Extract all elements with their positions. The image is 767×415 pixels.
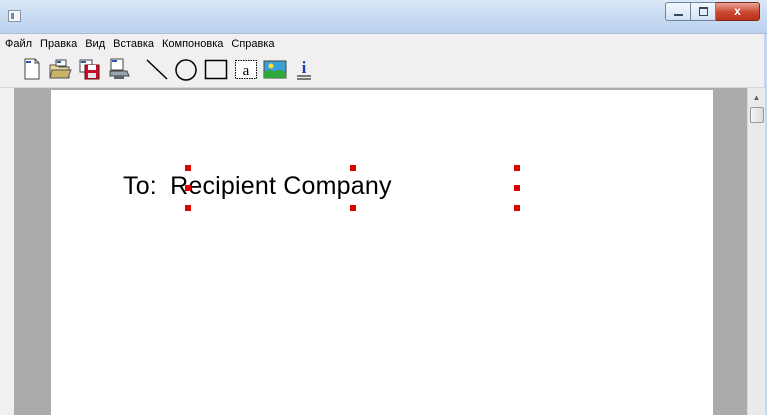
info-icon: i xyxy=(297,58,311,80)
scroll-thumb[interactable] xyxy=(750,107,764,123)
maximize-button[interactable] xyxy=(691,2,716,21)
image-icon xyxy=(263,60,287,79)
selection-handle[interactable] xyxy=(514,165,520,171)
rectangle-icon xyxy=(204,59,228,80)
vertical-scrollbar[interactable]: ▲ xyxy=(747,88,765,415)
rectangle-tool-button[interactable] xyxy=(204,57,228,81)
ellipse-icon xyxy=(175,59,197,81)
toolbar: a i xyxy=(0,53,767,88)
menu-bar: Файл Правка Вид Вставка Компоновка Справ… xyxy=(0,34,767,53)
document-workspace[interactable] xyxy=(0,88,767,415)
save-icon xyxy=(79,59,100,80)
document-page[interactable] xyxy=(51,90,713,415)
left-margin xyxy=(0,88,14,415)
selection-handle[interactable] xyxy=(185,165,191,171)
selection-handle[interactable] xyxy=(350,165,356,171)
menu-layout[interactable]: Компоновка xyxy=(158,34,227,53)
minimize-button[interactable] xyxy=(665,2,691,21)
line-icon xyxy=(146,59,168,80)
text-tool-icon: a xyxy=(235,60,257,79)
selection-handle[interactable] xyxy=(350,205,356,211)
menu-edit[interactable]: Правка xyxy=(36,34,81,53)
menu-help[interactable]: Справка xyxy=(227,34,278,53)
info-tool-glyph: i xyxy=(302,58,307,77)
title-bar[interactable]: x xyxy=(0,0,767,34)
image-tool-button[interactable] xyxy=(263,57,287,81)
new-document-button[interactable] xyxy=(20,57,44,81)
line-tool-button[interactable] xyxy=(145,57,169,81)
selection-handle[interactable] xyxy=(185,205,191,211)
selection-handle[interactable] xyxy=(185,185,191,191)
selection-handle[interactable] xyxy=(514,205,520,211)
open-file-button[interactable] xyxy=(48,57,72,81)
recipient-company-field[interactable]: Recipient Company xyxy=(170,172,392,200)
menu-file[interactable]: Файл xyxy=(0,34,36,53)
new-document-icon xyxy=(24,58,40,80)
print-button[interactable] xyxy=(107,57,131,81)
to-label: To: xyxy=(123,172,157,200)
document-text-object[interactable]: To: Recipient Company xyxy=(123,172,392,201)
close-button[interactable]: x xyxy=(716,2,760,21)
menu-view[interactable]: Вид xyxy=(81,34,109,53)
selection-handle[interactable] xyxy=(514,185,520,191)
app-icon[interactable] xyxy=(8,10,21,22)
menu-insert[interactable]: Вставка xyxy=(109,34,158,53)
info-tool-button[interactable]: i xyxy=(292,57,316,81)
save-file-button[interactable] xyxy=(77,57,101,81)
ellipse-tool-button[interactable] xyxy=(174,57,198,81)
text-tool-button[interactable]: a xyxy=(234,57,258,81)
text-tool-glyph: a xyxy=(243,63,250,79)
scroll-up-arrow-icon[interactable]: ▲ xyxy=(748,90,765,105)
print-icon xyxy=(109,58,130,79)
open-folder-icon xyxy=(49,59,72,79)
window-controls: x xyxy=(665,2,760,21)
